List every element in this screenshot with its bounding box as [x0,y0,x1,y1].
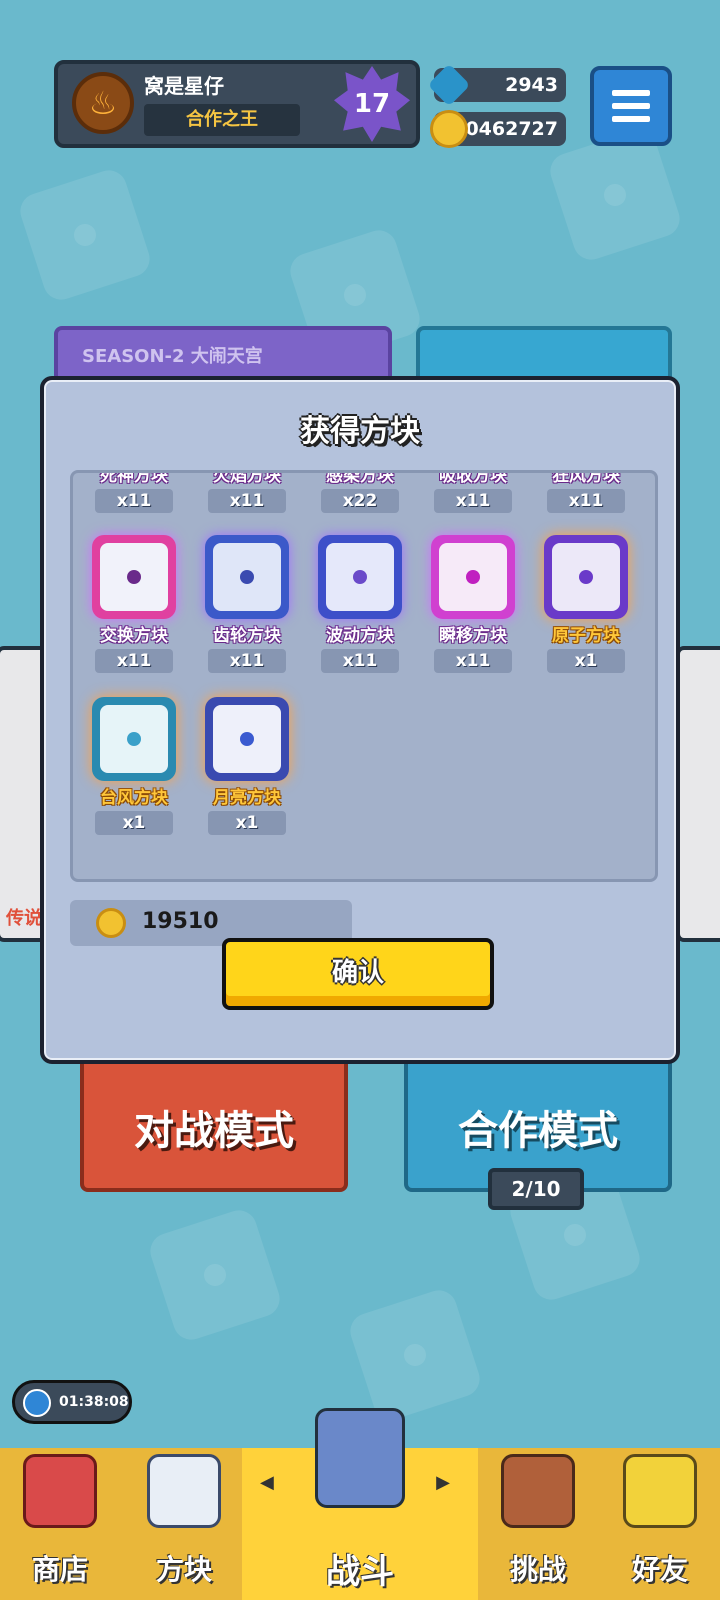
coin-amount: 10462727 [452,118,558,140]
nav-challenge-label: 挑战 [509,1553,566,1586]
player-name: 窝是星仔 [144,74,224,98]
reward-item: 死神方块 x11 [84,473,184,513]
swap-block-icon [92,535,176,619]
rank-level: 17 [353,89,391,119]
gem-counter[interactable]: 2943 [427,63,566,107]
reward-item: 交换方块 x11 [84,535,184,673]
nav-friends[interactable]: 好友 [600,1448,720,1600]
moon-block-icon [205,697,289,781]
battle-mode-label: 对战模式 [134,1108,294,1154]
reward-item: 原子方块 x1 [536,535,636,673]
side-label: 传说 [6,908,42,929]
coin-icon [430,110,468,148]
player-profile[interactable]: ♨ 窝是星仔 合作之王 17 [54,60,420,148]
nav-challenge[interactable]: 挑战 [478,1448,598,1600]
nav-shop-label: 商店 [31,1553,88,1586]
nav-blocks-label: 方块 [155,1553,212,1586]
reward-item: 台风方块 x1 [84,697,184,835]
wave-block-icon [318,535,402,619]
coin-icon [96,908,126,938]
confirm-button[interactable]: 确认 [222,938,494,1010]
reward-item: 齿轮方块 x11 [197,535,297,673]
nav-blocks[interactable]: 方块 [124,1448,244,1600]
side-panel-right[interactable] [676,646,720,942]
shop-icon [23,1454,97,1528]
teleport-block-icon [431,535,515,619]
nav-battle[interactable]: ◀ ▶ 战斗 [242,1408,478,1600]
nav-next-arrow-icon[interactable]: ▶ [436,1472,450,1493]
dialog-title: 获得方块 [300,414,420,449]
nav-prev-arrow-icon[interactable]: ◀ [260,1472,274,1493]
reward-dialog: 获得方块 死神方块 x11 火焰方块 x11 感染方块 x22 吸收方块 x11 狂风方… [40,376,680,1064]
reward-grid[interactable]: 死神方块 x11 火焰方块 x11 感染方块 x22 吸收方块 x11 狂风方块 x11 … [70,470,658,882]
reward-item: 瞬移方块 x11 [423,535,523,673]
total-coins-value: 19510 [142,909,219,934]
atom-block-icon [544,535,628,619]
reward-item: 吸收方块 x11 [423,473,523,513]
rank-badge-icon: 17 [334,66,410,142]
nav-battle-label: 战斗 [326,1552,394,1592]
gem-amount: 2943 [505,74,558,96]
reward-item: 感染方块 x22 [310,473,410,513]
gear-block-icon [205,535,289,619]
coop-mode-label: 合作模式 [458,1108,618,1154]
season-label: SEASON-2 大闹天宫 [82,346,263,367]
nav-shop[interactable]: 商店 [0,1448,120,1600]
flame-avatar-icon: ♨ [72,72,134,134]
block-icon [147,1454,221,1528]
event-timer[interactable]: 01:38:08 [12,1380,132,1424]
coop-progress: 2/10 [488,1168,584,1210]
challenge-icon [501,1454,575,1528]
nav-friends-label: 好友 [631,1553,688,1586]
typhoon-block-icon [92,697,176,781]
friends-icon [623,1454,697,1528]
reward-item: 火焰方块 x11 [197,473,297,513]
player-title: 合作之王 [144,104,300,136]
reward-item: 狂风方块 x11 [536,473,636,513]
timer-text: 01:38:08 [59,1394,129,1410]
reward-item: 波动方块 x11 [310,535,410,673]
coin-counter[interactable]: 10462727 [430,110,566,148]
reward-item: 月亮方块 x1 [197,697,297,835]
menu-button[interactable] [590,66,672,146]
clock-icon [23,1389,51,1417]
shield-sword-icon [315,1408,405,1508]
